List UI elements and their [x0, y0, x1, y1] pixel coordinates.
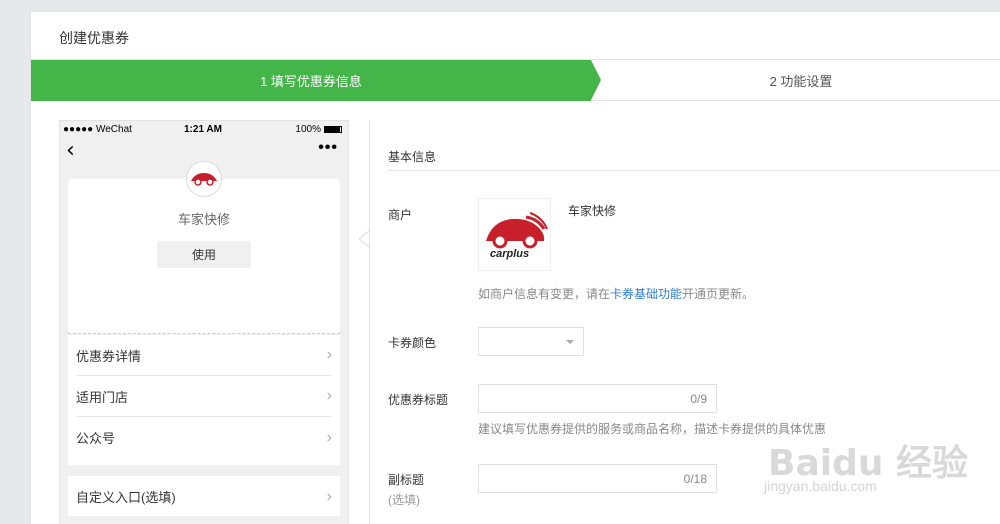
subtitle-char-count: 0/18: [683, 472, 707, 486]
status-bar: ●●●●● WeChat 1:21 AM 100%: [60, 121, 348, 139]
chevron-right-icon: ›: [326, 428, 332, 446]
menu-item-coupon-details[interactable]: 优惠券详情 ›: [76, 335, 332, 376]
step-2: 2 功能设置: [601, 60, 1000, 101]
menu-item-label: 适用门店: [76, 389, 129, 405]
carrier-signal: ●●●●● WeChat: [63, 124, 132, 135]
step-1-label: 1 填写优惠券信息: [260, 74, 362, 89]
phone-preview: ●●●●● WeChat 1:21 AM 100% ‹ ••• 车家快修 使用: [59, 120, 349, 524]
dashed-divider: [68, 333, 340, 334]
battery-status: 100%: [295, 124, 342, 135]
status-time: 1:21 AM: [184, 124, 222, 135]
title-label: 优惠券标题: [388, 393, 449, 407]
chevron-down-icon: [566, 340, 574, 344]
battery-label: 100%: [295, 124, 321, 135]
card-basic-feature-link[interactable]: 卡券基础功能: [610, 287, 682, 301]
menu-item-custom-entry[interactable]: 自定义入口(选填) ›: [76, 476, 332, 517]
merchant-logo: carplus: [478, 198, 551, 271]
carplus-logo-icon: carplus: [485, 211, 548, 260]
coupon-menu: 优惠券详情 › 适用门店 › 公众号 ›: [68, 335, 340, 465]
baidu-watermark: Baidu 经验 jingyan.baidu.com: [760, 428, 1000, 524]
merchant-hint: 如商户信息有变更，请在卡券基础功能开通页更新。: [478, 285, 754, 302]
merchant-name: 车家快修: [568, 204, 617, 218]
section-title: 基本信息: [388, 150, 437, 164]
step-indicator: 1 填写优惠券信息 2 功能设置: [31, 59, 1000, 101]
chevron-right-icon: ›: [326, 346, 332, 363]
chevron-right-icon: ›: [326, 387, 332, 404]
title-char-count: 0/9: [690, 392, 707, 406]
merchant-hint-prefix: 如商户信息有变更，请在: [478, 287, 611, 301]
step-1: 1 填写优惠券信息: [31, 60, 591, 101]
subtitle-input[interactable]: 0/18: [478, 464, 717, 493]
menu-item-official-account[interactable]: 公众号 ›: [76, 417, 332, 458]
section-divider: [388, 170, 1000, 171]
svg-text:carplus: carplus: [490, 248, 529, 260]
step-arrow: [591, 60, 601, 100]
coupon-card: 车家快修 使用: [68, 161, 340, 334]
menu-item-label: 公众号: [76, 431, 116, 446]
step-2-label: 2 功能设置: [769, 74, 833, 89]
chevron-right-icon: ›: [326, 487, 332, 505]
merchant-avatar: [186, 161, 222, 197]
use-button[interactable]: 使用: [157, 241, 251, 268]
custom-entry-group: 自定义入口(选填) ›: [68, 476, 340, 516]
merchant-label: 商户: [388, 208, 413, 222]
battery-icon: [324, 126, 342, 133]
color-label: 卡券颜色: [388, 336, 437, 350]
coupon-title-input[interactable]: 0/9: [478, 384, 717, 413]
card-color-select[interactable]: [478, 327, 584, 356]
subtitle-label: 副标题: [388, 473, 425, 487]
subtitle-optional: (选填): [388, 493, 420, 507]
menu-item-label: 优惠券详情: [76, 348, 142, 364]
coupon-merchant-name: 车家快修: [177, 212, 230, 227]
merchant-hint-suffix: 开通页更新。: [682, 287, 755, 301]
menu-item-stores[interactable]: 适用门店 ›: [76, 376, 332, 417]
more-icon[interactable]: •••: [318, 139, 338, 157]
menu-item-label: 自定义入口(选填): [76, 490, 176, 505]
car-logo-icon: [191, 173, 217, 186]
back-icon[interactable]: ‹: [66, 140, 75, 162]
page-title: 创建优惠券: [59, 30, 129, 46]
watermark-url: jingyan.baidu.com: [764, 478, 877, 494]
